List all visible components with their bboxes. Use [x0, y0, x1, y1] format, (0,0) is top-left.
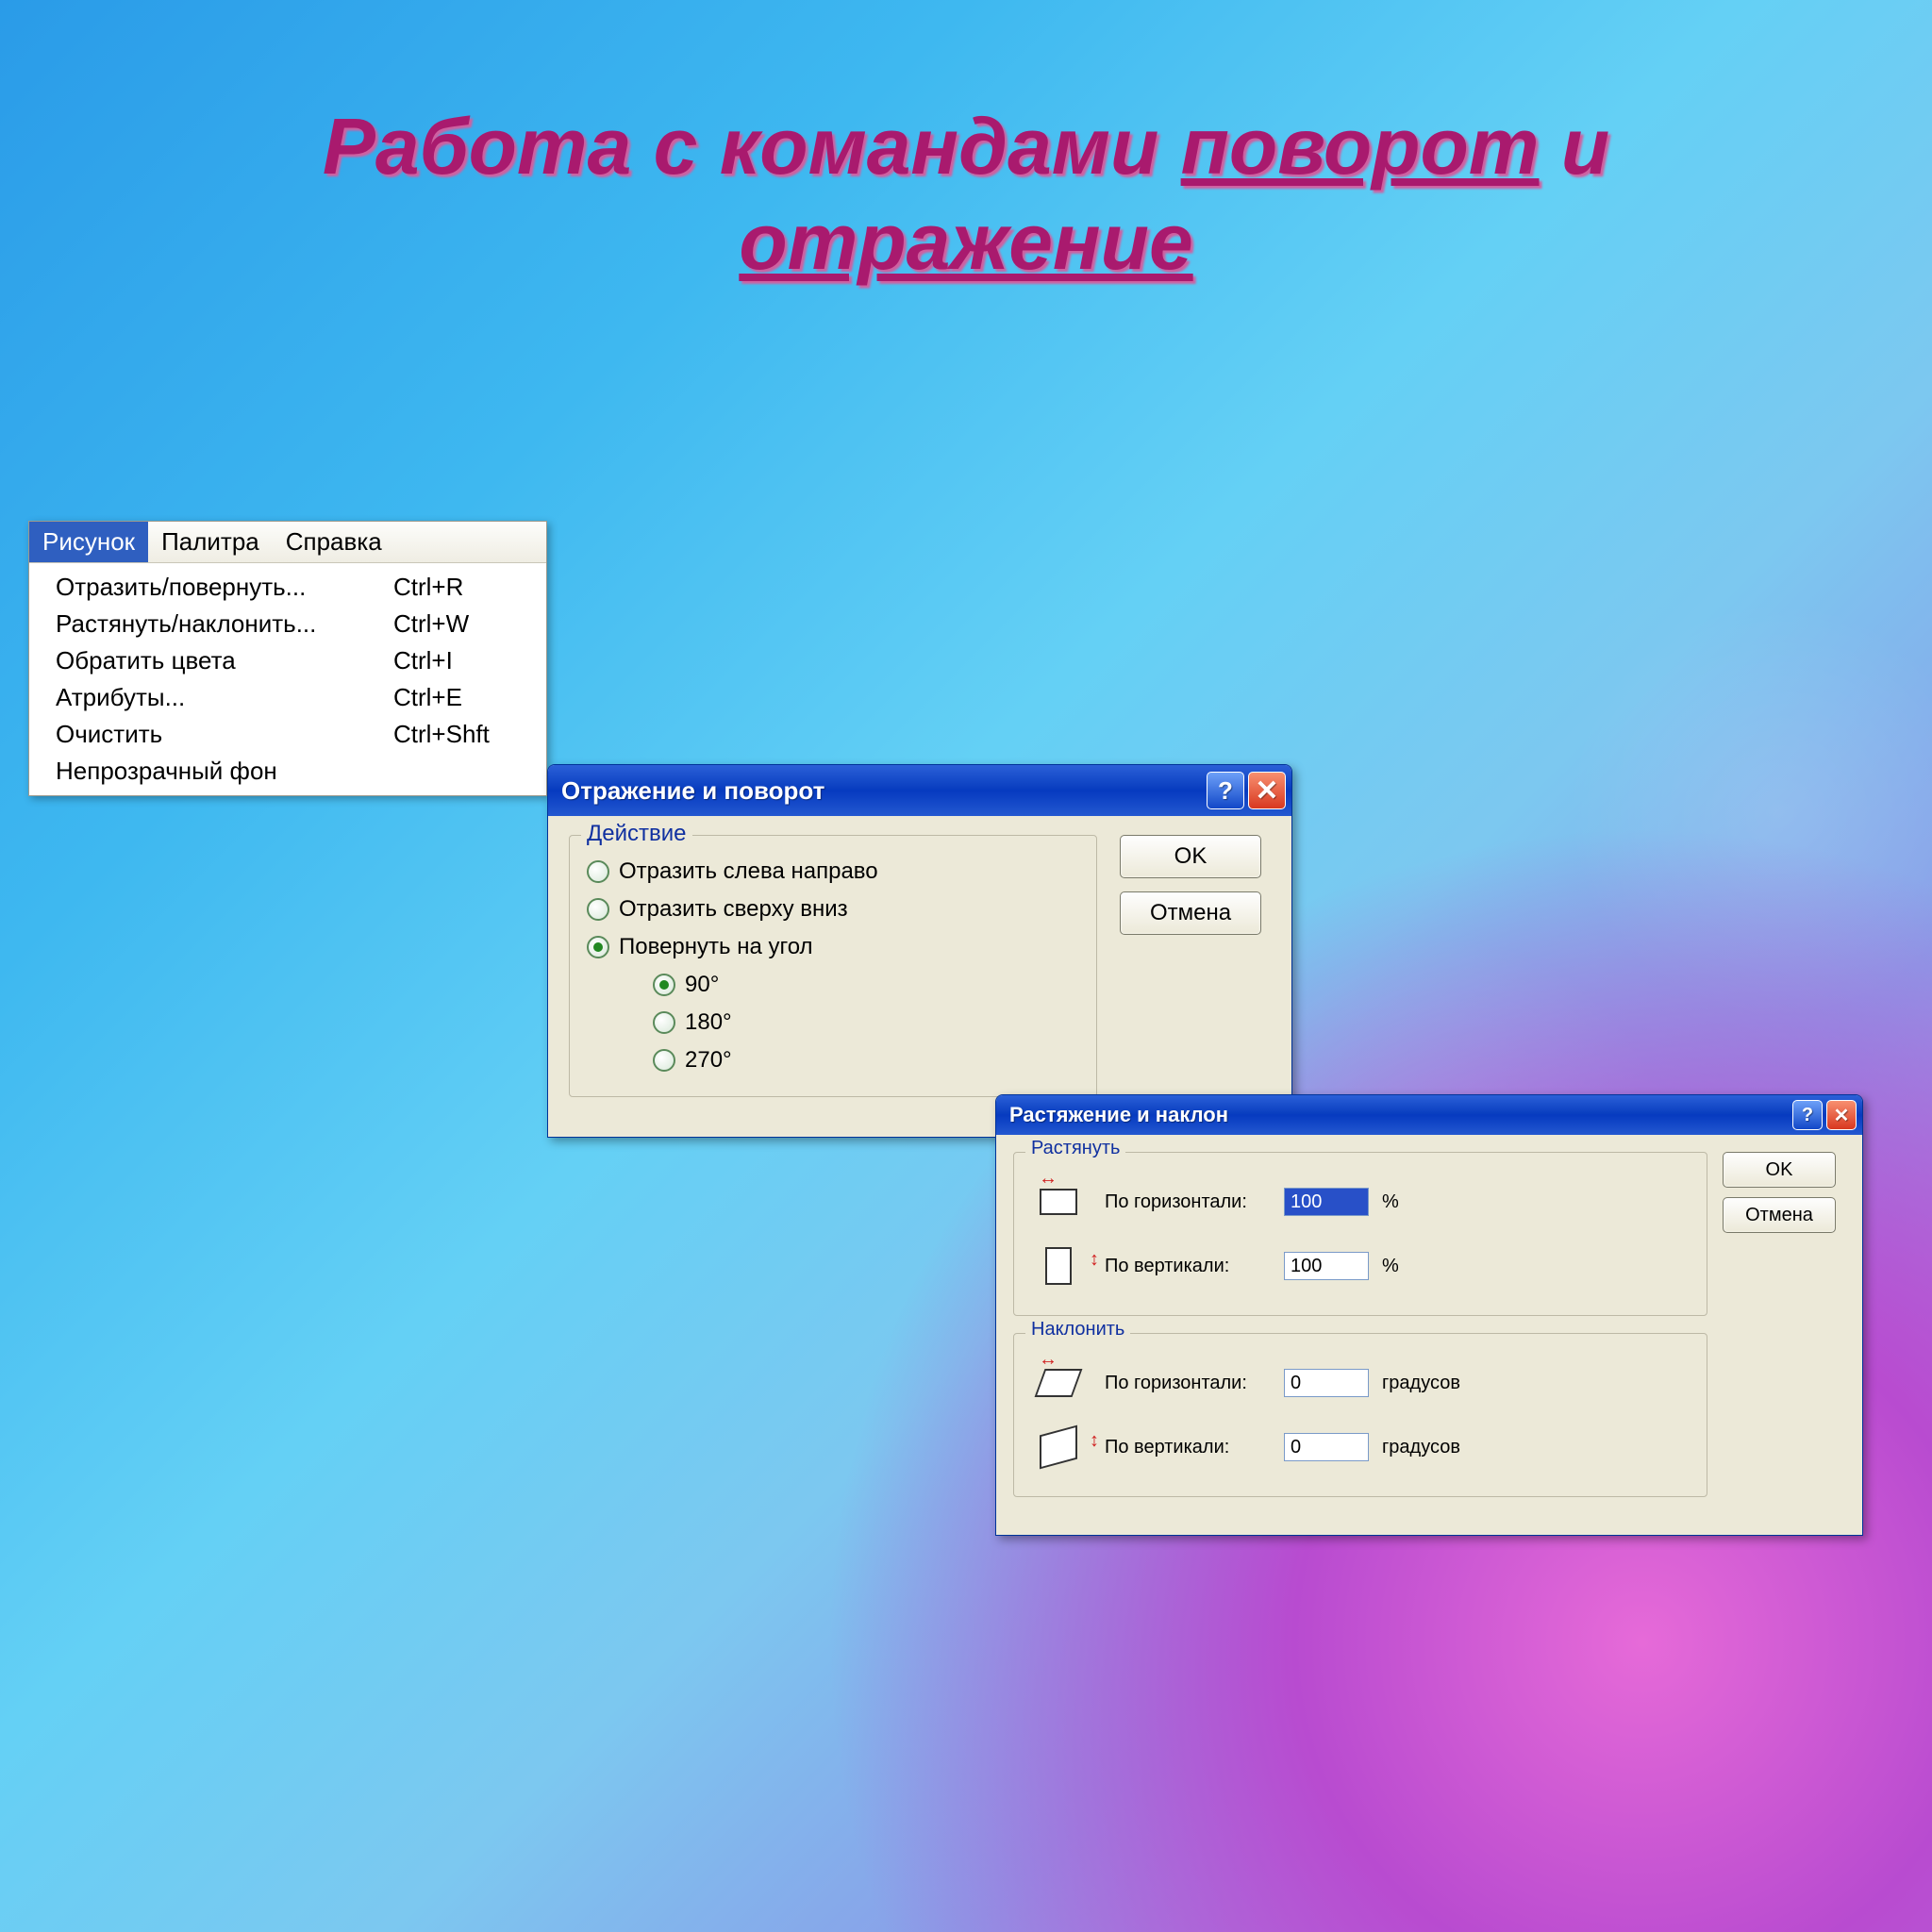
- close-icon[interactable]: ✕: [1248, 772, 1286, 809]
- button-column: OK Отмена: [1723, 1152, 1845, 1514]
- slide-title: Работа с командами поворот и отражение: [164, 99, 1768, 290]
- skew-horizontal-input[interactable]: 0: [1284, 1369, 1369, 1397]
- menu-shortcut: Ctrl+I: [393, 646, 535, 675]
- radio-label: 180°: [685, 1009, 732, 1036]
- help-icon[interactable]: ?: [1792, 1100, 1823, 1130]
- unit-label: градусов: [1382, 1373, 1460, 1394]
- stretch-vertical-icon: ↕: [1031, 1243, 1086, 1289]
- titlebar[interactable]: Отражение и поворот ? ✕: [548, 765, 1291, 816]
- menu-label: Очистить: [56, 720, 393, 749]
- menu-label: Отразить/повернуть...: [56, 573, 393, 602]
- fields-column: Растянуть ↔ По горизонтали: 100 % ↕ По в…: [1013, 1152, 1707, 1514]
- menu-panel: Рисунок Палитра Справка Отразить/поверну…: [28, 521, 547, 796]
- menu-row-opaque[interactable]: Непрозрачный фон: [29, 753, 546, 790]
- row-skew-horizontal: ↔ По горизонтали: 0 градусов: [1031, 1351, 1690, 1415]
- radio-label: Отразить слева направо: [619, 858, 878, 885]
- radio-rotate[interactable]: Повернуть на угол: [587, 928, 1079, 966]
- radio-label: Отразить сверху вниз: [619, 896, 848, 923]
- radio-icon: [587, 936, 609, 958]
- ok-button[interactable]: OK: [1723, 1152, 1836, 1188]
- groupbox-skew: Наклонить ↔ По горизонтали: 0 градусов ↕…: [1013, 1333, 1707, 1497]
- dialog-stretch-skew: Растяжение и наклон ? ✕ Растянуть ↔ По г…: [995, 1094, 1863, 1536]
- close-icon[interactable]: ✕: [1826, 1100, 1857, 1130]
- menu-item-spravka[interactable]: Справка: [273, 522, 395, 562]
- radio-angle-180[interactable]: 180°: [587, 1004, 1079, 1041]
- ok-button[interactable]: OK: [1120, 835, 1261, 878]
- radio-angle-90[interactable]: 90°: [587, 966, 1079, 1004]
- row-stretch-vertical: ↕ По вертикали: 100 %: [1031, 1234, 1690, 1298]
- radio-label: 270°: [685, 1047, 732, 1074]
- row-skew-vertical: ↕ По вертикали: 0 градусов: [1031, 1415, 1690, 1479]
- cancel-button[interactable]: Отмена: [1723, 1197, 1836, 1233]
- row-stretch-horizontal: ↔ По горизонтали: 100 %: [1031, 1170, 1690, 1234]
- menu-shortcut: [393, 757, 535, 786]
- title-text: Отражение и поворот: [561, 776, 1203, 806]
- dialog-body: Действие Отразить слева направо Отразить…: [548, 816, 1291, 1137]
- radio-flip-tb[interactable]: Отразить сверху вниз: [587, 891, 1079, 928]
- menu-row-stretch[interactable]: Растянуть/наклонить... Ctrl+W: [29, 606, 546, 642]
- radio-icon: [653, 974, 675, 996]
- menu-dropdown: Отразить/повернуть... Ctrl+R Растянуть/н…: [29, 563, 546, 795]
- button-column: OK Отмена: [1120, 835, 1271, 1114]
- dialog-flip-rotate: Отражение и поворот ? ✕ Действие Отразит…: [547, 764, 1292, 1138]
- groupbox-stretch: Растянуть ↔ По горизонтали: 100 % ↕ По в…: [1013, 1152, 1707, 1316]
- stretch-horizontal-input[interactable]: 100: [1284, 1188, 1369, 1216]
- dialog-body: Растянуть ↔ По горизонтали: 100 % ↕ По в…: [996, 1135, 1862, 1535]
- unit-label: градусов: [1382, 1437, 1460, 1458]
- menu-label: Обратить цвета: [56, 646, 393, 675]
- menu-row-clear[interactable]: Очистить Ctrl+Shft: [29, 716, 546, 753]
- skew-vertical-icon: ↕: [1031, 1424, 1086, 1470]
- field-label: По вертикали:: [1105, 1437, 1284, 1458]
- radio-label: 90°: [685, 972, 719, 998]
- unit-label: %: [1382, 1256, 1399, 1277]
- group-legend: Растянуть: [1025, 1138, 1125, 1159]
- skew-horizontal-icon: ↔: [1031, 1360, 1086, 1406]
- menu-label: Атрибуты...: [56, 683, 393, 712]
- title-text-mid: и: [1540, 102, 1610, 191]
- cancel-button[interactable]: Отмена: [1120, 891, 1261, 935]
- group-legend: Действие: [581, 821, 692, 847]
- menu-shortcut: Ctrl+E: [393, 683, 535, 712]
- menu-bar: Рисунок Палитра Справка: [29, 522, 546, 563]
- stretch-horizontal-icon: ↔: [1031, 1179, 1086, 1224]
- titlebar[interactable]: Растяжение и наклон ? ✕: [996, 1095, 1862, 1135]
- menu-shortcut: Ctrl+Shft: [393, 720, 535, 749]
- group-legend: Наклонить: [1025, 1319, 1130, 1341]
- radio-angle-270[interactable]: 270°: [587, 1041, 1079, 1079]
- radio-icon: [587, 860, 609, 883]
- title-word-rotation: поворот: [1181, 102, 1540, 191]
- menu-shortcut: Ctrl+R: [393, 573, 535, 602]
- menu-item-palitra[interactable]: Палитра: [148, 522, 273, 562]
- menu-shortcut: Ctrl+W: [393, 609, 535, 639]
- stretch-vertical-input[interactable]: 100: [1284, 1252, 1369, 1280]
- radio-icon: [587, 898, 609, 921]
- field-label: По вертикали:: [1105, 1256, 1284, 1277]
- menu-item-risunok[interactable]: Рисунок: [29, 522, 148, 562]
- title-text-prefix: Работа с командами: [323, 102, 1181, 191]
- menu-row-attributes[interactable]: Атрибуты... Ctrl+E: [29, 679, 546, 716]
- title-word-reflection: отражение: [739, 197, 1192, 286]
- groupbox-action: Действие Отразить слева направо Отразить…: [569, 835, 1097, 1097]
- radio-flip-lr[interactable]: Отразить слева направо: [587, 853, 1079, 891]
- radio-label: Повернуть на угол: [619, 934, 813, 960]
- radio-icon: [653, 1011, 675, 1034]
- help-icon[interactable]: ?: [1207, 772, 1244, 809]
- field-label: По горизонтали:: [1105, 1191, 1284, 1213]
- radio-icon: [653, 1049, 675, 1072]
- unit-label: %: [1382, 1191, 1399, 1213]
- menu-label: Растянуть/наклонить...: [56, 609, 393, 639]
- title-text: Растяжение и наклон: [1009, 1103, 1789, 1127]
- menu-label: Непрозрачный фон: [56, 757, 393, 786]
- menu-row-flip[interactable]: Отразить/повернуть... Ctrl+R: [29, 569, 546, 606]
- menu-row-invert[interactable]: Обратить цвета Ctrl+I: [29, 642, 546, 679]
- skew-vertical-input[interactable]: 0: [1284, 1433, 1369, 1461]
- field-label: По горизонтали:: [1105, 1373, 1284, 1394]
